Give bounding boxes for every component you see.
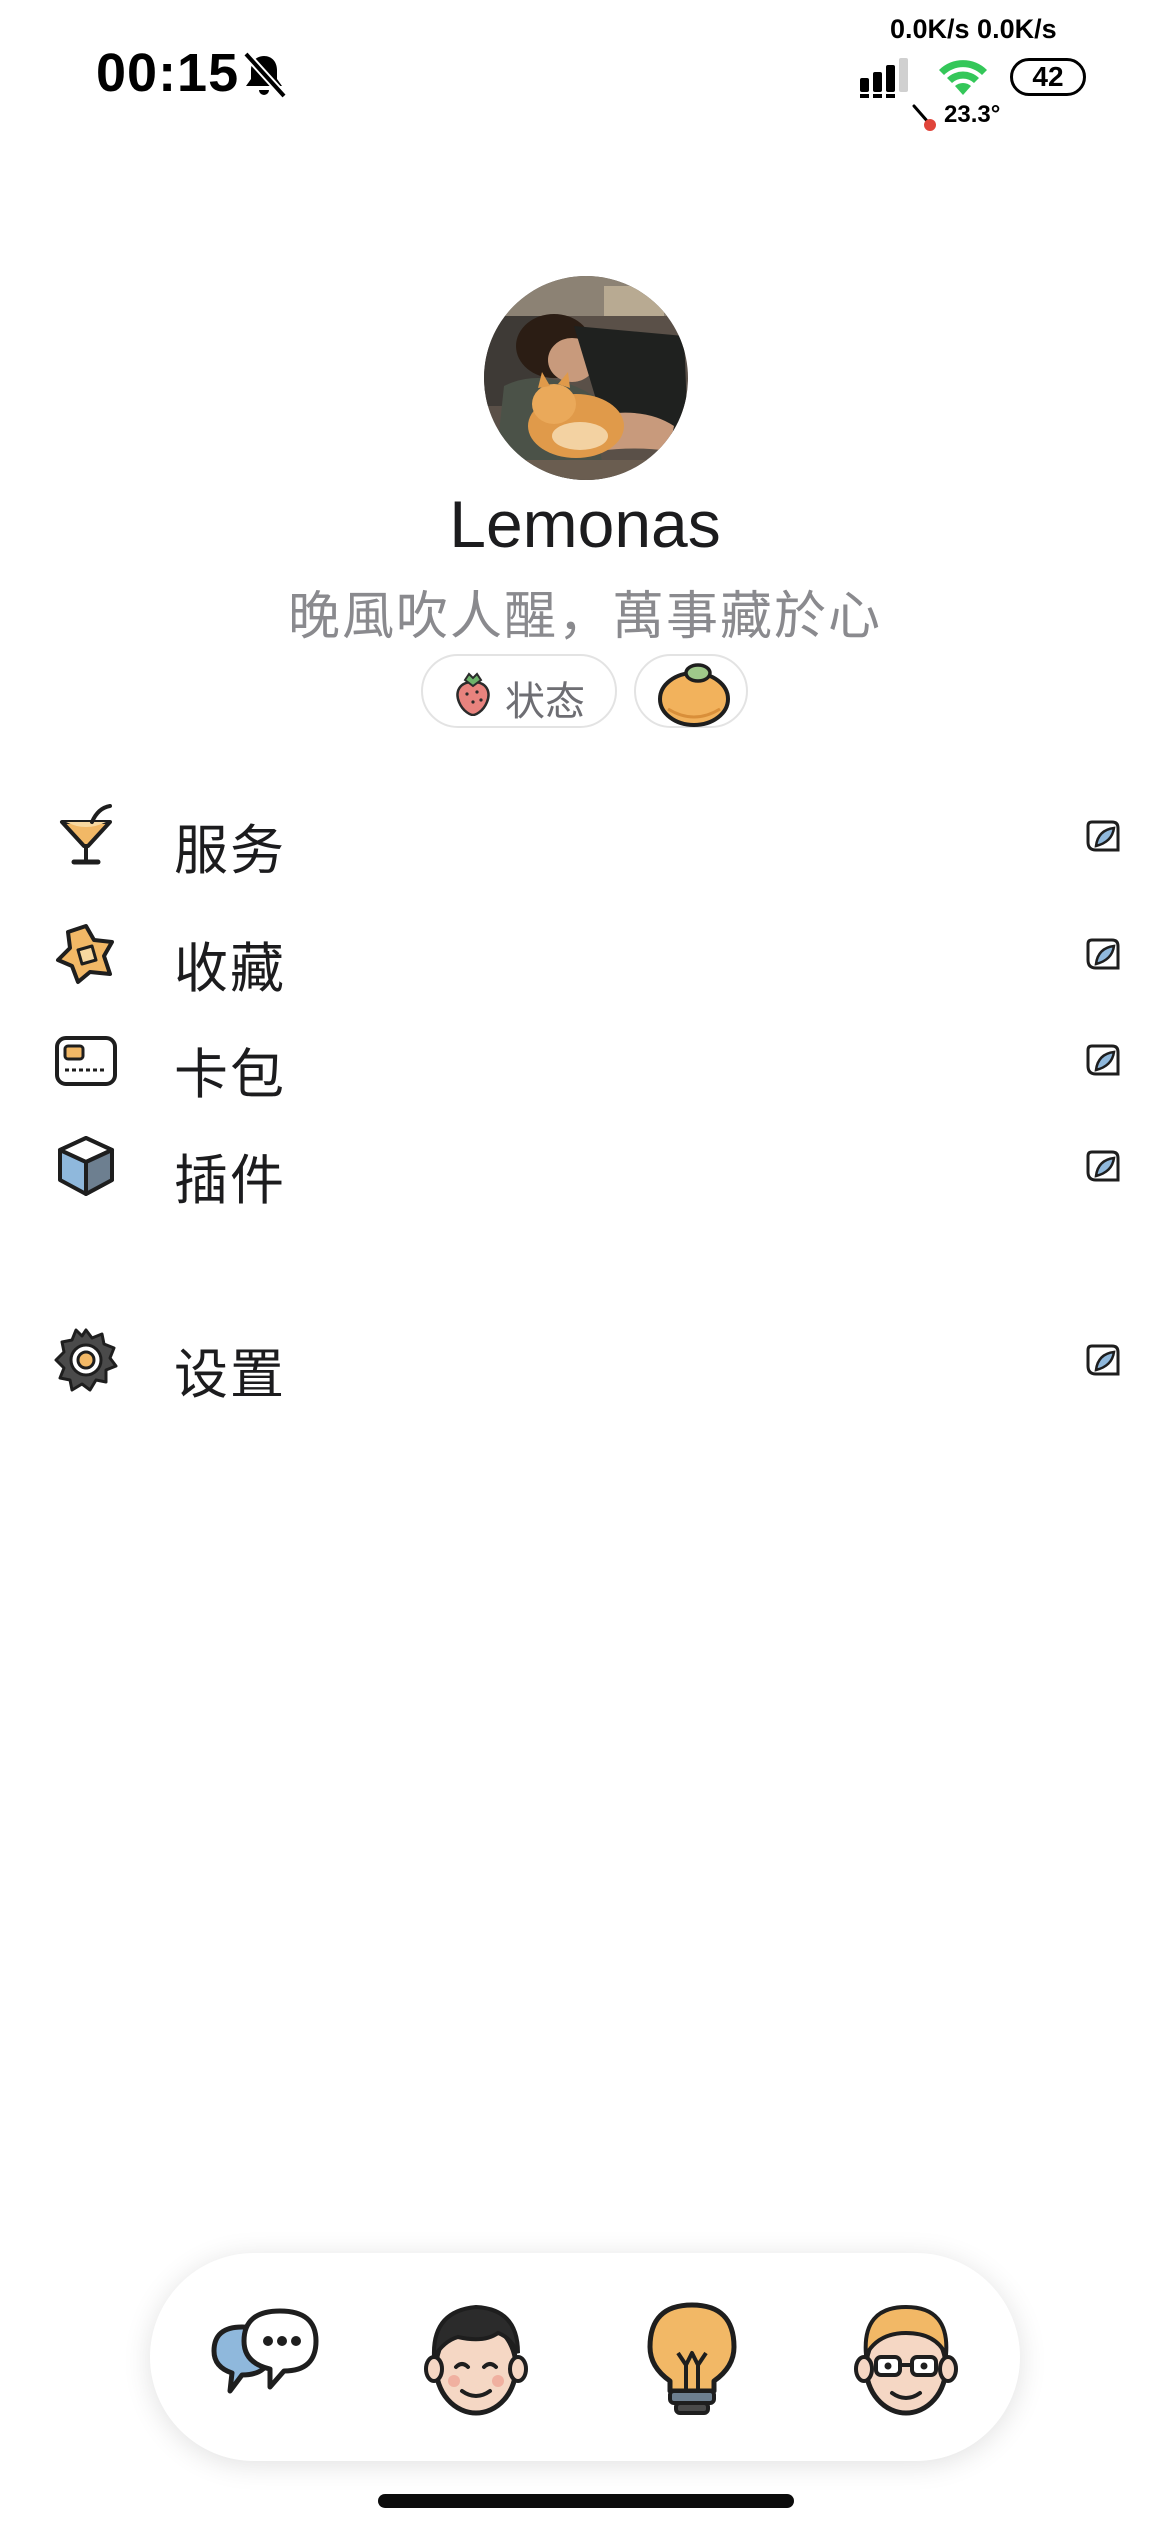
glasses-face-icon <box>854 2304 958 2416</box>
network-speed: 0.0K/s 0.0K/s <box>890 14 1057 44</box>
mood-chip[interactable] <box>634 654 748 728</box>
tab-discover[interactable] <box>630 2297 754 2421</box>
leaf-arrow-icon <box>1086 1344 1120 1376</box>
profile-bio: 晚風吹人醒，萬事藏於心 <box>287 588 882 646</box>
menu-item-settings-label: 设置 <box>174 1345 286 1405</box>
cocktail-icon <box>60 804 112 865</box>
bell-slash-icon <box>243 51 287 99</box>
tab-contacts[interactable] <box>414 2297 538 2421</box>
menu-item-service-label: 服务 <box>174 821 286 881</box>
orange-icon <box>658 663 730 727</box>
avatar-photo <box>484 276 688 480</box>
man-face-icon <box>424 2304 528 2416</box>
tab-me[interactable] <box>844 2297 968 2421</box>
wifi-icon <box>939 60 987 95</box>
home-indicator <box>378 2494 794 2508</box>
chat-bubbles-icon <box>211 2308 319 2394</box>
avatar[interactable] <box>484 276 688 480</box>
signal-icon <box>860 58 908 98</box>
menu-item-settings[interactable]: 设置 <box>0 1290 1170 1430</box>
star-cube-icon <box>56 924 114 984</box>
lightbulb-icon <box>647 2302 737 2415</box>
profile-name: Lemonas <box>449 487 721 561</box>
leaf-arrow-icon <box>1086 1150 1120 1182</box>
menu-item-plugins[interactable]: 插件 <box>0 1096 1170 1236</box>
status-time: 00:15 <box>96 43 240 103</box>
battery-badge: 42 <box>1010 58 1086 96</box>
strawberry-icon <box>456 672 490 716</box>
card-icon <box>55 1036 117 1086</box>
gear-icon <box>54 1328 118 1392</box>
thermometer-icon <box>912 104 936 131</box>
status-chip-label: 状态 <box>505 680 585 724</box>
leaf-arrow-icon <box>1086 938 1120 970</box>
tab-bar <box>150 2253 1020 2461</box>
tab-chat[interactable] <box>200 2297 324 2421</box>
cube-icon <box>58 1136 114 1196</box>
status-chip[interactable]: 状态 <box>421 654 617 728</box>
temperature-text: 23.3° <box>944 101 1001 128</box>
leaf-arrow-icon <box>1086 820 1120 852</box>
profile-screen: 00:15 0.0K/s 0.0K/s 42 23.3° Lemonas 晚風吹… <box>0 0 1170 2532</box>
leaf-arrow-icon <box>1086 1044 1120 1076</box>
menu-item-plugins-label: 插件 <box>174 1151 286 1211</box>
